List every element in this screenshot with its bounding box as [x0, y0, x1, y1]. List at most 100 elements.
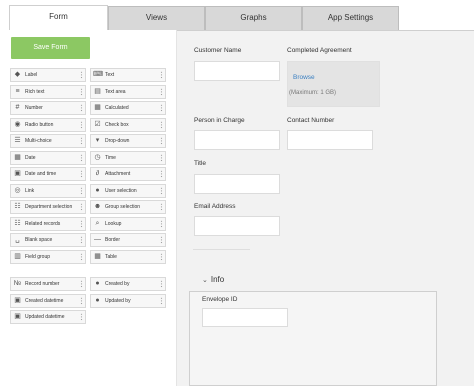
email-address-label: Email Address	[194, 203, 236, 210]
palette-item-department-selection[interactable]: ☷ Department selection	[10, 200, 86, 214]
palette-item-text[interactable]: ⌨ Text	[90, 68, 166, 82]
palette-item-attachment[interactable]: ∂ Attachment	[90, 167, 166, 181]
drag-handle-icon[interactable]	[80, 186, 83, 195]
palette-item-label: Created datetime	[25, 297, 64, 304]
drag-handle-icon[interactable]	[80, 137, 83, 145]
drag-handle-icon[interactable]	[160, 71, 163, 79]
tab-app-settings[interactable]: App Settings	[302, 6, 399, 30]
palette-item-lookup[interactable]: ⌕ Lookup	[90, 216, 166, 231]
palette-item-border[interactable]: — Border	[90, 233, 166, 247]
title-field[interactable]	[194, 174, 280, 194]
palette-item-field-group[interactable]: ▥ Field group	[10, 249, 86, 264]
envelope-id-field[interactable]	[202, 308, 288, 327]
palette-item-label: Text area	[105, 88, 126, 95]
group-icon: ☻	[93, 203, 102, 210]
palette-item-multi-choice[interactable]: ☰ Multi-choice	[10, 134, 86, 148]
dropdown-icon: ▾	[95, 137, 100, 144]
calendar-clock-icon: ▣	[14, 296, 21, 304]
palette-item-group-selection[interactable]: ☻ Group selection	[90, 200, 166, 214]
person-in-charge-field[interactable]	[194, 130, 280, 150]
palette-item-check-box[interactable]: ☑ Check box	[90, 117, 166, 132]
clock-icon: ◷	[94, 153, 101, 161]
drag-handle-icon[interactable]	[80, 120, 83, 129]
palette-item-related-records[interactable]: ☷ Related records	[10, 216, 86, 231]
tab-views[interactable]: Views	[108, 6, 205, 30]
text-icon: ⌨	[93, 71, 104, 78]
palette-item-label: Date	[25, 154, 36, 161]
palette-item-label[interactable]: ◆ Label	[10, 68, 86, 82]
drag-handle-icon[interactable]	[80, 87, 83, 96]
drag-handle-icon[interactable]	[160, 153, 163, 162]
palette-item-blank-space[interactable]: ␣ Blank space	[10, 233, 86, 247]
drag-handle-icon[interactable]	[80, 296, 83, 305]
palette-item-label: Date and time	[25, 171, 57, 177]
drag-handle-icon[interactable]	[80, 71, 83, 79]
drag-handle-icon[interactable]	[80, 153, 83, 162]
palette-item-label: Time	[105, 154, 116, 161]
drag-handle-icon[interactable]	[80, 170, 83, 178]
tab-graphs[interactable]: Graphs	[205, 6, 302, 30]
border-icon: —	[94, 236, 101, 243]
palette-item-created-by[interactable]: ● Created by	[90, 277, 166, 291]
drag-handle-icon[interactable]	[80, 203, 83, 211]
palette-item-radio-button[interactable]: ◉ Radio button	[10, 117, 86, 132]
drag-handle-icon[interactable]	[80, 104, 83, 112]
palette-item-label: Multi-choice	[25, 138, 52, 144]
email-address-field[interactable]	[194, 216, 280, 236]
info-group-header[interactable]: ⌄ Info	[202, 275, 224, 284]
calendar-icon: ▦	[14, 153, 21, 161]
palette-item-label: Border	[105, 237, 121, 243]
save-form-button[interactable]: Save Form	[11, 37, 90, 59]
palette-item-drop-down[interactable]: ▾ Drop-down	[90, 134, 166, 148]
record-number-icon: №	[13, 280, 22, 287]
palette-item-text-area[interactable]: ▤ Text area	[90, 84, 166, 99]
tab-bar: Form Views Graphs App Settings	[0, 0, 474, 31]
department-icon: ☷	[14, 203, 21, 210]
palette-item-date[interactable]: ▦ Date	[10, 150, 86, 165]
drag-handle-icon[interactable]	[160, 87, 163, 96]
drag-handle-icon[interactable]	[160, 186, 163, 195]
palette-item-date-and-time[interactable]: ▣ Date and time	[10, 167, 86, 181]
tag-icon: ◆	[14, 71, 21, 78]
tab-form[interactable]: Form	[9, 5, 108, 31]
drag-handle-icon[interactable]	[80, 313, 83, 321]
drag-handle-icon[interactable]	[160, 120, 163, 129]
drag-handle-icon[interactable]	[80, 280, 83, 288]
palette-item-table[interactable]: ▦ Table	[90, 249, 166, 264]
palette-item-label: Radio button	[25, 121, 54, 128]
drag-handle-icon[interactable]	[160, 280, 163, 288]
calculator-icon: ▦	[94, 104, 101, 111]
drag-handle-icon[interactable]	[160, 104, 163, 112]
contact-number-field[interactable]	[287, 130, 373, 150]
palette-item-calculated[interactable]: ▦ Calculated	[90, 101, 166, 115]
info-field-group	[189, 291, 437, 386]
palette-item-record-number[interactable]: № Record number	[10, 277, 86, 291]
palette-item-label: Table	[105, 253, 117, 260]
palette-item-user-selection[interactable]: ● User selection	[90, 183, 166, 198]
drag-handle-icon[interactable]	[80, 252, 83, 261]
drag-handle-icon[interactable]	[160, 236, 163, 244]
radio-icon: ◉	[14, 120, 21, 128]
drag-handle-icon[interactable]	[160, 296, 163, 305]
palette-item-number[interactable]: # Number	[10, 101, 86, 115]
browse-link[interactable]: Browse	[293, 74, 315, 81]
palette-item-updated-by[interactable]: ● Updated by	[90, 293, 166, 308]
palette-item-rich-text[interactable]: ≡ Rich text	[10, 84, 86, 99]
drag-handle-icon[interactable]	[160, 137, 163, 145]
calendar-clock-icon: ▣	[14, 313, 21, 320]
drag-handle-icon[interactable]	[160, 252, 163, 261]
drag-handle-icon[interactable]	[160, 170, 163, 178]
drag-handle-icon[interactable]	[80, 219, 83, 228]
palette-item-link[interactable]: ◎ Link	[10, 183, 86, 198]
drag-handle-icon[interactable]	[160, 203, 163, 211]
palette-item-label: Created by	[105, 281, 130, 287]
drag-handle-icon[interactable]	[160, 219, 163, 228]
palette-item-time[interactable]: ◷ Time	[90, 150, 166, 165]
border-divider	[193, 249, 250, 250]
text-area-icon: ▤	[94, 87, 101, 95]
customer-name-field[interactable]	[194, 61, 280, 81]
palette-item-label: Check box	[105, 121, 129, 128]
drag-handle-icon[interactable]	[80, 236, 83, 244]
palette-item-updated-datetime[interactable]: ▣ Updated datetime	[10, 310, 86, 324]
palette-item-created-datetime[interactable]: ▣ Created datetime	[10, 293, 86, 308]
